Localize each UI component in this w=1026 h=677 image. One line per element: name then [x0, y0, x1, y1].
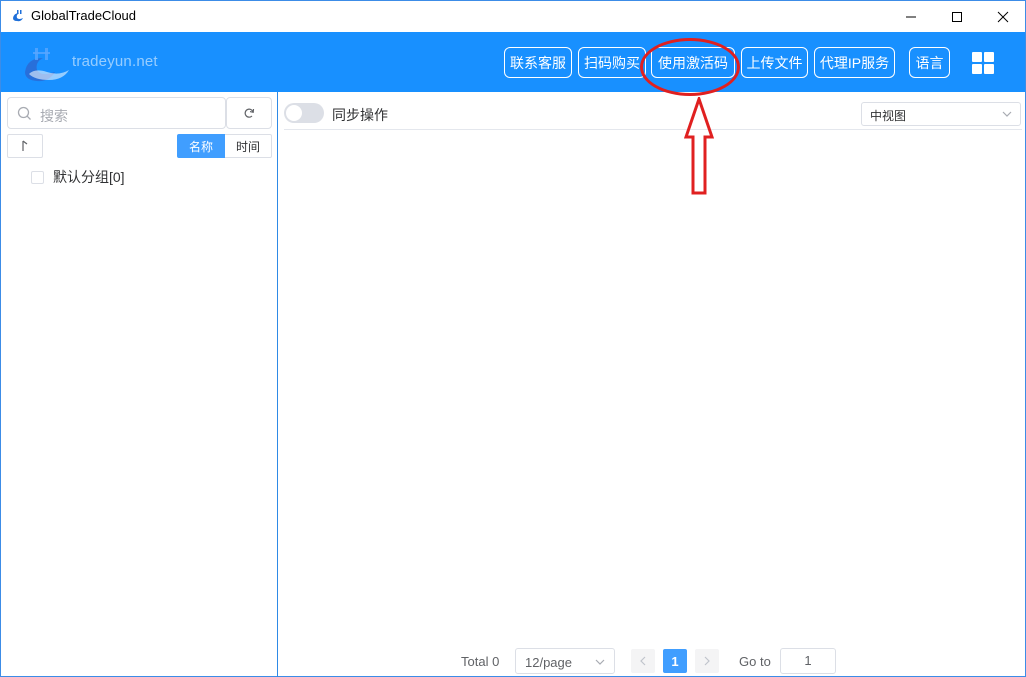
- brand-logo: [25, 48, 69, 82]
- close-icon: [997, 11, 1009, 22]
- maximize-button[interactable]: [934, 1, 980, 32]
- toolbar-divider: [284, 129, 1022, 130]
- view-mode-value: 中视图: [870, 109, 907, 123]
- current-page-button[interactable]: 1: [663, 649, 687, 673]
- sort-mode-toggle: 名称 时间: [177, 134, 272, 158]
- sync-operation-toggle[interactable]: [284, 103, 324, 123]
- window-title: GlobalTradeCloud: [31, 8, 137, 23]
- proxy-ip-service-button[interactable]: 代理IP服务: [814, 47, 895, 78]
- group-item-label: 默认分组[0]: [53, 169, 125, 185]
- main-content: 同步操作 中视图 Total 0 12/page 1 Go to 1: [278, 92, 1025, 677]
- chevron-left-icon: [640, 656, 646, 666]
- scan-buy-button[interactable]: 扫码购买: [578, 47, 646, 78]
- goto-label: Go to: [739, 654, 771, 669]
- language-button[interactable]: 语言: [909, 47, 950, 78]
- sync-operation-label: 同步操作: [332, 107, 388, 123]
- refresh-button[interactable]: [226, 97, 272, 129]
- contact-support-button[interactable]: 联系客服: [504, 47, 572, 78]
- prev-page-button[interactable]: [631, 649, 655, 673]
- header-bar: tradeyun.net 联系客服 扫码购买 使用激活码 上传文件 代理IP服务…: [1, 32, 1025, 92]
- minimize-button[interactable]: [888, 1, 934, 32]
- app-window: GlobalTradeCloud tradeyun.net 联系客服 扫码购买 …: [0, 0, 1026, 677]
- page-size-select[interactable]: 12/page: [515, 648, 615, 674]
- search-input[interactable]: 搜索: [7, 97, 226, 129]
- logo-text: tradeyun.net: [72, 53, 158, 70]
- page-size-value: 12/page: [525, 655, 572, 670]
- upload-file-button[interactable]: 上传文件: [741, 47, 808, 78]
- group-checkbox[interactable]: [31, 170, 44, 184]
- group-item[interactable]: 默认分组[0]: [31, 168, 125, 186]
- chevron-down-icon: [595, 659, 605, 665]
- chevron-right-icon: [704, 656, 710, 666]
- sort-by-name-button[interactable]: 名称: [177, 134, 225, 158]
- next-page-button[interactable]: [695, 649, 719, 673]
- pagination-total: Total 0: [461, 654, 500, 669]
- refresh-icon: [244, 108, 255, 118]
- maximize-icon: [952, 11, 962, 22]
- sort-order-button[interactable]: [7, 134, 43, 158]
- up-arrow-annotation: [684, 97, 714, 195]
- app-logo-icon: [13, 10, 23, 22]
- search-icon: [17, 106, 31, 120]
- toggle-knob: [286, 105, 302, 121]
- minimize-icon: [906, 16, 916, 17]
- search-placeholder: 搜索: [40, 108, 68, 124]
- sort-arrow-icon: [22, 140, 28, 151]
- sort-by-time-button[interactable]: 时间: [225, 134, 272, 158]
- group-sidebar: 搜索 名称 时间 默认分组[0]: [1, 92, 278, 677]
- chevron-down-icon: [1002, 111, 1012, 117]
- highlight-ellipse-annotation: [640, 38, 740, 96]
- view-mode-select[interactable]: 中视图: [861, 102, 1021, 126]
- apps-grid-icon[interactable]: [971, 51, 995, 75]
- title-bar: GlobalTradeCloud: [1, 1, 1025, 32]
- close-button[interactable]: [980, 1, 1026, 32]
- goto-page-input[interactable]: 1: [780, 648, 836, 674]
